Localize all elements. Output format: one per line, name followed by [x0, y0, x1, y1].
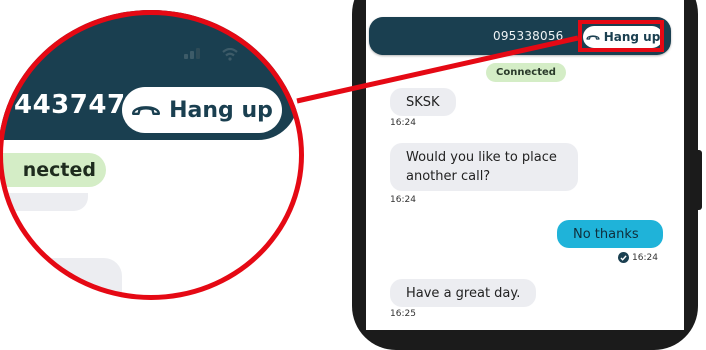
zoom-callout-ring: [0, 10, 304, 300]
